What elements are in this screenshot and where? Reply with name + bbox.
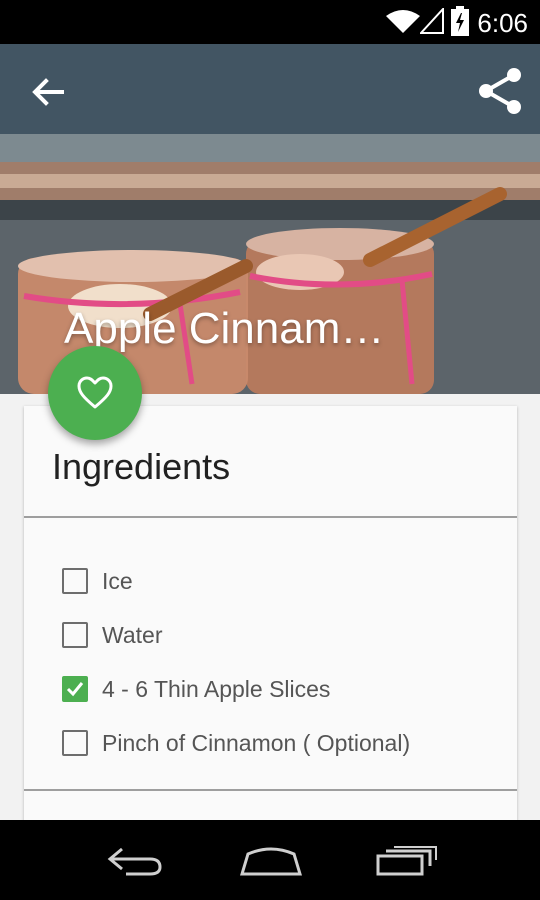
signal-icon	[420, 8, 444, 34]
favorite-button[interactable]	[48, 346, 142, 440]
ingredient-label: Pinch of Cinnamon ( Optional)	[102, 729, 411, 756]
hero-image: Apple Cinnam…	[0, 44, 540, 394]
ingredient-label: 4 - 6 Thin Apple Slices	[102, 675, 331, 702]
card-divider	[24, 789, 517, 791]
battery-charging-icon	[451, 6, 469, 36]
ingredients-heading: Ingredients	[52, 446, 231, 487]
system-navigation-bar	[0, 820, 540, 900]
checkmark-icon	[66, 682, 84, 697]
ingredient-label: Ice	[102, 567, 133, 594]
checkbox[interactable]	[62, 622, 88, 648]
checkbox-checked[interactable]	[62, 676, 88, 702]
heart-outline-icon	[77, 376, 113, 409]
wifi-icon	[386, 10, 420, 33]
list-item[interactable]: Water	[62, 608, 410, 662]
checkbox[interactable]	[62, 730, 88, 756]
status-time: 6:06	[477, 8, 528, 38]
ingredients-list: Ice Water 4 - 6 Thin Apple Slices Pinch …	[62, 554, 410, 770]
ingredients-card: Ingredients Ice Water 4 - 6 Thin Apple S…	[24, 406, 517, 836]
back-arrow-icon[interactable]	[28, 72, 68, 112]
list-item[interactable]: Pinch of Cinnamon ( Optional)	[62, 716, 410, 770]
list-item[interactable]: 4 - 6 Thin Apple Slices	[62, 662, 410, 716]
recents-nav-icon[interactable]	[376, 846, 438, 876]
ingredient-label: Water	[102, 621, 163, 648]
back-nav-icon[interactable]	[106, 846, 164, 876]
checkbox[interactable]	[62, 568, 88, 594]
share-icon[interactable]	[476, 66, 524, 116]
list-item[interactable]: Ice	[62, 554, 410, 608]
card-divider	[24, 516, 517, 518]
recipe-title: Apple Cinnam…	[64, 304, 385, 353]
status-bar: 6:06	[0, 0, 540, 44]
home-nav-icon[interactable]	[240, 846, 302, 876]
